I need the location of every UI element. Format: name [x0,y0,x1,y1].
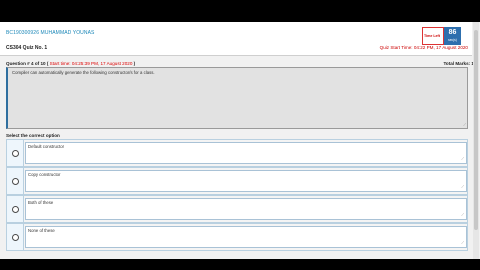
radio-cell[interactable] [7,196,24,222]
time-left-unit: sec(s) [448,38,457,42]
option-row[interactable]: Copy constructor ⟋ [6,167,468,195]
resize-grip-icon[interactable]: ⟋ [461,156,464,161]
resize-grip-icon[interactable]: ⟋ [461,184,464,189]
option-textarea[interactable]: None of these ⟋ [25,226,467,248]
option-textarea[interactable]: Default constructor ⟋ [25,142,467,164]
radio-button[interactable] [12,150,19,157]
resize-grip-icon[interactable]: ⟋ [463,122,466,127]
page-scrollbar[interactable] [473,22,479,259]
quiz-viewport: BC190300926 MUHAMMAD YOUNAS Time Left 86… [0,22,480,259]
option-text: Copy constructor [28,172,61,177]
time-left-counter: 86 sec(s) [444,27,461,45]
question-suffix: ) [132,61,136,66]
quiz-start-time: Quiz Start Time: 04:22 PM, 17 August 202… [379,45,468,50]
header-divider [0,55,472,56]
quiz-header: BC190300926 MUHAMMAD YOUNAS Time Left 86… [0,22,472,56]
quiz-number: CS304 Quiz No. 1 [6,45,48,51]
option-row[interactable]: Both of these ⟋ [6,195,468,223]
option-row[interactable]: None of these ⟋ [6,223,468,251]
resize-grip-icon[interactable]: ⟋ [461,240,464,245]
time-left-value: 86 [448,29,457,36]
option-textarea[interactable]: Copy constructor ⟋ [25,170,467,192]
option-text: Default constructor [28,144,65,149]
select-option-label: Select the correct option [6,133,60,138]
total-marks: Total Marks: 1 [443,61,474,66]
time-left-label-box: Time Left [422,27,444,45]
radio-button[interactable] [12,206,19,213]
option-textarea[interactable]: Both of these ⟋ [25,198,467,220]
radio-cell[interactable] [7,168,24,194]
option-row[interactable]: Default constructor ⟋ [6,139,468,167]
question-start-time: Start time: 04:25:39 PM, 17 August 2020 [49,61,133,66]
radio-cell[interactable] [7,140,24,166]
scrollbar-thumb[interactable] [474,30,478,230]
radio-button[interactable] [12,234,19,241]
resize-grip-icon[interactable]: ⟋ [461,212,464,217]
question-prefix: Question # 4 of 10 ( [6,61,50,66]
option-text: Both of these [28,200,54,205]
question-number: Question # 4 of 10 ( Start time: 04:25:3… [6,61,135,66]
options-list: Default constructor ⟋ Copy constructor ⟋… [6,139,468,251]
student-name: BC190300926 MUHAMMAD YOUNAS [6,30,95,36]
page: BC190300926 MUHAMMAD YOUNAS Time Left 86… [0,0,480,270]
question-textarea: Compiler can automatically generate the … [6,67,468,129]
time-left-label: Time Left [424,34,440,38]
question-text: Compiler can automatically generate the … [12,70,155,75]
radio-button[interactable] [12,178,19,185]
option-text: None of these [28,228,55,233]
radio-cell[interactable] [7,224,24,250]
